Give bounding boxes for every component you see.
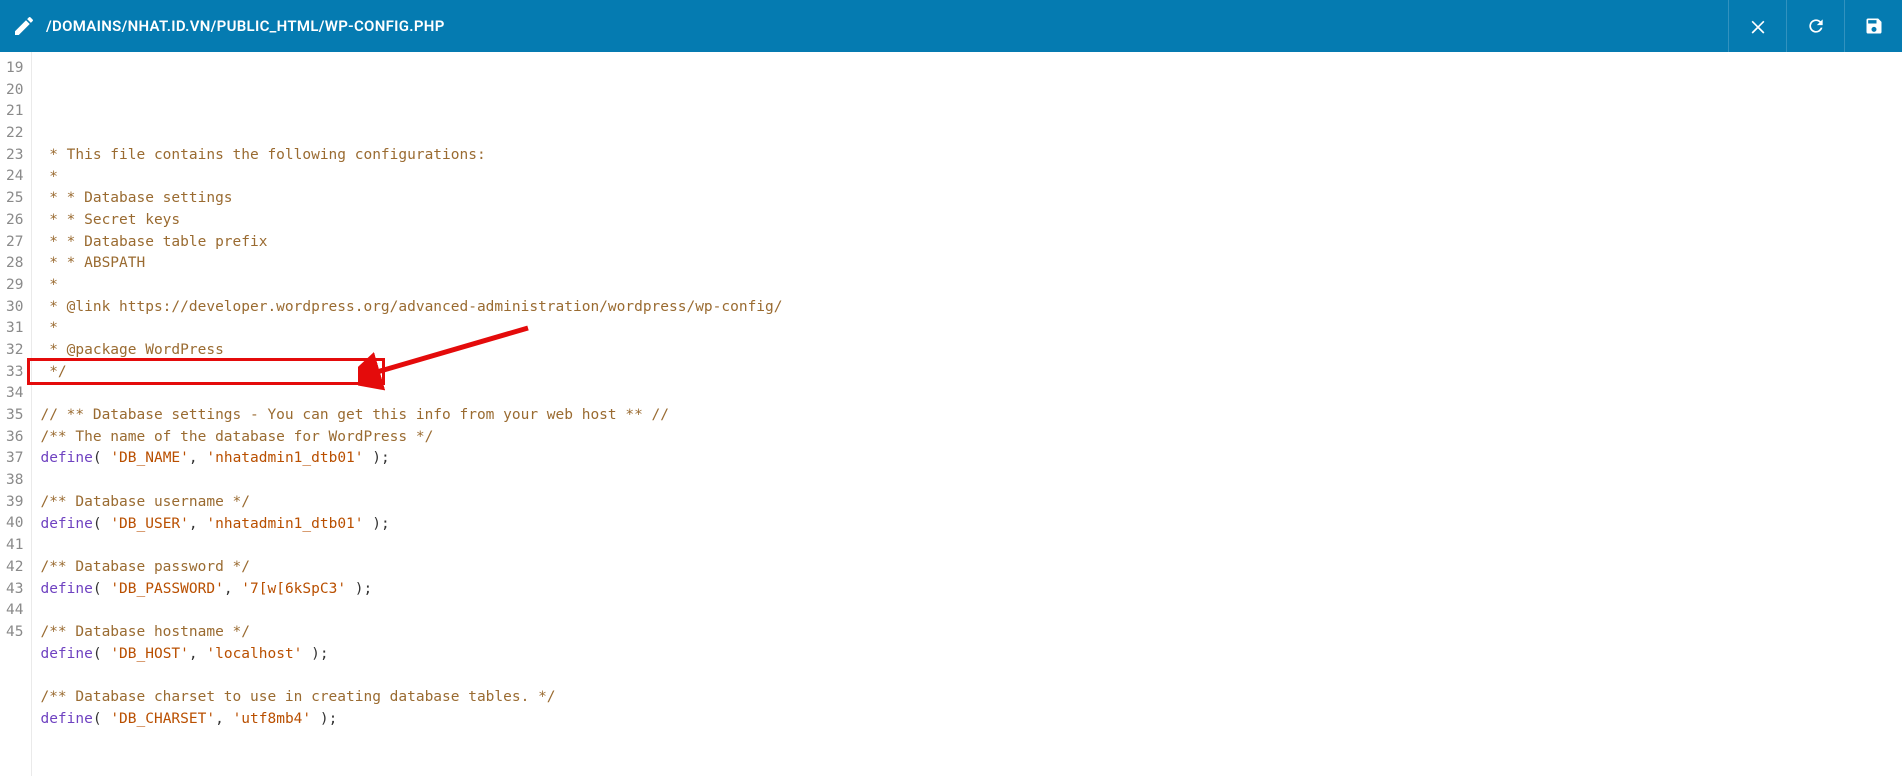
line-number: 43 bbox=[6, 579, 23, 601]
line-number: 28 bbox=[6, 253, 23, 275]
code-line[interactable]: * bbox=[40, 275, 782, 297]
code-line[interactable]: * * ABSPATH bbox=[40, 253, 782, 275]
code-line[interactable]: /** Database username */ bbox=[40, 492, 782, 514]
line-number: 30 bbox=[6, 297, 23, 319]
code-line[interactable]: */ bbox=[40, 362, 782, 384]
line-number: 27 bbox=[6, 232, 23, 254]
code-area[interactable]: * This file contains the following confi… bbox=[32, 52, 782, 776]
line-number: 20 bbox=[6, 80, 23, 102]
line-number: 44 bbox=[6, 600, 23, 622]
code-line[interactable]: /** Database charset to use in creating … bbox=[40, 687, 782, 709]
code-line[interactable]: * @package WordPress bbox=[40, 340, 782, 362]
code-line[interactable]: * * Database settings bbox=[40, 188, 782, 210]
line-number: 42 bbox=[6, 557, 23, 579]
line-number: 37 bbox=[6, 448, 23, 470]
code-line[interactable]: define( 'DB_PASSWORD', '7[w[6kSpC3' ); bbox=[40, 579, 782, 601]
line-number: 24 bbox=[6, 166, 23, 188]
line-number: 40 bbox=[6, 513, 23, 535]
save-button[interactable] bbox=[1844, 0, 1902, 52]
line-number: 25 bbox=[6, 188, 23, 210]
line-number: 31 bbox=[6, 318, 23, 340]
code-line[interactable]: * bbox=[40, 318, 782, 340]
editor-header: /DOMAINS/NHAT.ID.VN/PUBLIC_HTML/WP-CONFI… bbox=[0, 0, 1902, 52]
code-line[interactable] bbox=[40, 600, 782, 622]
header-actions bbox=[1728, 0, 1902, 52]
code-line[interactable]: // ** Database settings - You can get th… bbox=[40, 405, 782, 427]
code-line[interactable]: * This file contains the following confi… bbox=[40, 145, 782, 167]
pencil-icon bbox=[12, 14, 36, 38]
line-number: 45 bbox=[6, 622, 23, 644]
code-line[interactable]: * * Database table prefix bbox=[40, 232, 782, 254]
code-line[interactable] bbox=[40, 535, 782, 557]
line-number: 21 bbox=[6, 101, 23, 123]
file-path: /DOMAINS/NHAT.ID.VN/PUBLIC_HTML/WP-CONFI… bbox=[46, 17, 1728, 35]
line-number: 39 bbox=[6, 492, 23, 514]
line-number: 22 bbox=[6, 123, 23, 145]
line-number: 19 bbox=[6, 58, 23, 80]
code-line[interactable]: /** The name of the database for WordPre… bbox=[40, 427, 782, 449]
code-line[interactable]: /** Database hostname */ bbox=[40, 622, 782, 644]
line-number: 36 bbox=[6, 427, 23, 449]
code-line[interactable] bbox=[40, 383, 782, 405]
code-line[interactable]: * bbox=[40, 167, 782, 189]
line-number: 34 bbox=[6, 383, 23, 405]
line-number: 38 bbox=[6, 470, 23, 492]
code-line[interactable]: * @link https://developer.wordpress.org/… bbox=[40, 297, 782, 319]
code-line[interactable]: /** Database password */ bbox=[40, 557, 782, 579]
line-number: 23 bbox=[6, 145, 23, 167]
line-number: 26 bbox=[6, 210, 23, 232]
code-line[interactable] bbox=[40, 470, 782, 492]
code-line[interactable]: define( 'DB_USER', 'nhatadmin1_dtb01' ); bbox=[40, 514, 782, 536]
code-line[interactable]: define( 'DB_NAME', 'nhatadmin1_dtb01' ); bbox=[40, 448, 782, 470]
code-line[interactable]: * * Secret keys bbox=[40, 210, 782, 232]
line-number-gutter: 1920212223242526272829303132333435363738… bbox=[0, 52, 32, 776]
line-number: 33 bbox=[6, 362, 23, 384]
line-number: 41 bbox=[6, 535, 23, 557]
close-button[interactable] bbox=[1728, 0, 1786, 52]
line-number: 35 bbox=[6, 405, 23, 427]
code-line[interactable]: define( 'DB_HOST', 'localhost' ); bbox=[40, 644, 782, 666]
code-line[interactable]: define( 'DB_CHARSET', 'utf8mb4' ); bbox=[40, 709, 782, 731]
line-number: 29 bbox=[6, 275, 23, 297]
code-editor[interactable]: 1920212223242526272829303132333435363738… bbox=[0, 52, 1902, 776]
code-line[interactable] bbox=[40, 665, 782, 687]
line-number: 32 bbox=[6, 340, 23, 362]
reload-button[interactable] bbox=[1786, 0, 1844, 52]
